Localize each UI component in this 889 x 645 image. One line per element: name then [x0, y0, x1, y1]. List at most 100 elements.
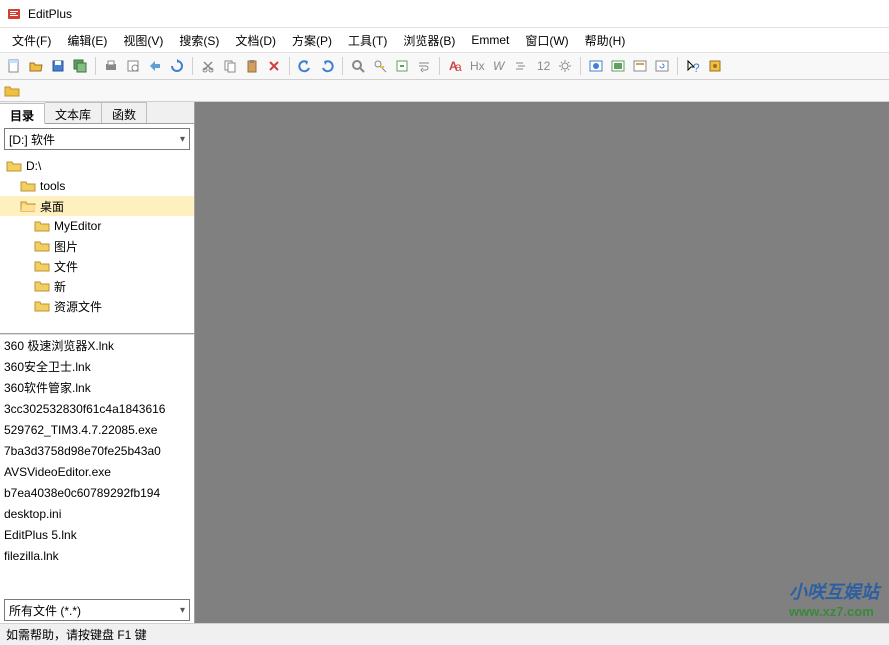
filter-combo-text: 所有文件 (*.*) [9, 602, 180, 619]
folder-icon [34, 279, 50, 293]
file-item[interactable]: 360 极速浏览器X.lnk [0, 335, 194, 356]
tree-item[interactable]: 桌面 [0, 196, 194, 216]
config-button[interactable] [705, 56, 725, 76]
settings-button[interactable] [555, 56, 575, 76]
redo-button[interactable] [317, 56, 337, 76]
tree-item[interactable]: MyEditor [0, 216, 194, 236]
pathbar [0, 80, 889, 102]
wrap-button[interactable]: W [489, 56, 509, 76]
file-item[interactable]: EditPlus 5.lnk [0, 524, 194, 545]
menu-project[interactable]: 方案(P) [284, 29, 340, 52]
file-item[interactable]: filezilla.lnk [0, 545, 194, 566]
new-file-button[interactable] [4, 56, 24, 76]
delete-button[interactable] [264, 56, 284, 76]
app-title: EditPlus [28, 7, 72, 21]
tab-functions[interactable]: 函数 [102, 102, 147, 123]
menu-search[interactable]: 搜索(S) [171, 29, 227, 52]
find-button[interactable] [348, 56, 368, 76]
folder-tree[interactable]: D:\ tools 桌面 MyEditor 图片 文件 [0, 154, 194, 334]
print-preview-button[interactable] [123, 56, 143, 76]
browser-ext-button[interactable] [608, 56, 628, 76]
menu-edit[interactable]: 编辑(E) [59, 29, 115, 52]
goto-button[interactable] [392, 56, 412, 76]
watermark-url: www.xz7.com [789, 604, 879, 619]
indent-button[interactable] [511, 56, 531, 76]
folder-icon [34, 259, 50, 273]
watermark-name: 小咲互娱站 [789, 578, 879, 604]
menu-window[interactable]: 窗口(W) [517, 29, 576, 52]
file-item[interactable]: AVSVideoEditor.exe [0, 461, 194, 482]
save-all-button[interactable] [70, 56, 90, 76]
refresh-browser-button[interactable] [652, 56, 672, 76]
folder-icon [4, 84, 20, 98]
menu-emmet[interactable]: Emmet [463, 30, 517, 50]
paste-button[interactable] [242, 56, 262, 76]
svg-text:a: a [455, 60, 462, 74]
tree-item-label: 文件 [54, 258, 78, 275]
tree-item-label: 新 [54, 278, 66, 295]
folder-icon [6, 159, 22, 173]
undo-button[interactable] [295, 56, 315, 76]
replace-button[interactable] [370, 56, 390, 76]
tree-item[interactable]: 图片 [0, 236, 194, 256]
watermark: 小咲互娱站 www.xz7.com [789, 578, 879, 619]
toolbar: Aa Hx W 123 ? [0, 52, 889, 80]
menu-document[interactable]: 文档(D) [227, 29, 284, 52]
drive-combo-text: [D:] 软件 [9, 131, 180, 148]
file-item[interactable]: 3cc302532830f61c4a1843616 [0, 398, 194, 419]
line-num-button[interactable]: 123 [533, 56, 553, 76]
help-cursor-button[interactable]: ? [683, 56, 703, 76]
tree-item[interactable]: 文件 [0, 256, 194, 276]
file-item[interactable]: b7ea4038e0c60789292fb194 [0, 482, 194, 503]
menu-browser[interactable]: 浏览器(B) [395, 29, 463, 52]
menu-tools[interactable]: 工具(T) [340, 29, 395, 52]
file-item[interactable]: 360软件管家.lnk [0, 377, 194, 398]
folder-open-icon [20, 199, 36, 213]
file-list[interactable]: 360 极速浏览器X.lnk 360安全卫士.lnk 360软件管家.lnk 3… [0, 334, 194, 597]
menu-file[interactable]: 文件(F) [4, 29, 59, 52]
tree-item-label: 资源文件 [54, 298, 102, 315]
tree-item[interactable]: tools [0, 176, 194, 196]
svg-text:Hx: Hx [470, 59, 485, 73]
folder-icon [34, 219, 50, 233]
print-button[interactable] [101, 56, 121, 76]
open-file-button[interactable] [26, 56, 46, 76]
tree-item[interactable]: 新 [0, 276, 194, 296]
file-item[interactable]: 360安全卫士.lnk [0, 356, 194, 377]
reload-button[interactable] [167, 56, 187, 76]
app-icon [6, 6, 22, 22]
tree-item-label: D:\ [26, 159, 41, 173]
hex-button[interactable]: Hx [467, 56, 487, 76]
drive-combo[interactable]: [D:] 软件 ▾ [4, 128, 190, 150]
cut-button[interactable] [198, 56, 218, 76]
file-item[interactable]: desktop.ini [0, 503, 194, 524]
font-button[interactable]: Aa [445, 56, 465, 76]
tree-item[interactable]: 资源文件 [0, 296, 194, 316]
menu-help[interactable]: 帮助(H) [577, 29, 634, 52]
menu-view[interactable]: 视图(V) [115, 29, 171, 52]
save-button[interactable] [48, 56, 68, 76]
tab-cliptext[interactable]: 文本库 [45, 102, 102, 123]
file-item[interactable]: 529762_TIM3.4.7.22085.exe [0, 419, 194, 440]
browser-ie-button[interactable] [586, 56, 606, 76]
chevron-down-icon: ▾ [180, 134, 185, 145]
tree-item-label: 桌面 [40, 198, 64, 215]
editor-area: 小咲互娱站 www.xz7.com [195, 102, 889, 623]
copy-button[interactable] [220, 56, 240, 76]
svg-text:?: ? [693, 61, 700, 74]
view-in-browser-button[interactable] [630, 56, 650, 76]
filter-combo[interactable]: 所有文件 (*.*) ▾ [4, 599, 190, 621]
menubar: 文件(F) 编辑(E) 视图(V) 搜索(S) 文档(D) 方案(P) 工具(T… [0, 28, 889, 52]
file-item[interactable]: 7ba3d3758d98e70fe25b43a0 [0, 440, 194, 461]
svg-text:123: 123 [537, 59, 551, 73]
tree-item[interactable]: D:\ [0, 156, 194, 176]
ftp-button[interactable] [145, 56, 165, 76]
sidebar-tabs: 目录 文本库 函数 [0, 102, 194, 124]
svg-text:W: W [493, 59, 506, 73]
tab-directory[interactable]: 目录 [0, 103, 45, 124]
sidebar: 目录 文本库 函数 [D:] 软件 ▾ D:\ tools 桌面 MyEdit [0, 102, 195, 623]
wordwrap-button[interactable] [414, 56, 434, 76]
statusbar: 如需帮助，请按键盘 F1 键 [0, 623, 889, 645]
main-area: 目录 文本库 函数 [D:] 软件 ▾ D:\ tools 桌面 MyEdit [0, 102, 889, 623]
tree-item-label: MyEditor [54, 219, 101, 233]
